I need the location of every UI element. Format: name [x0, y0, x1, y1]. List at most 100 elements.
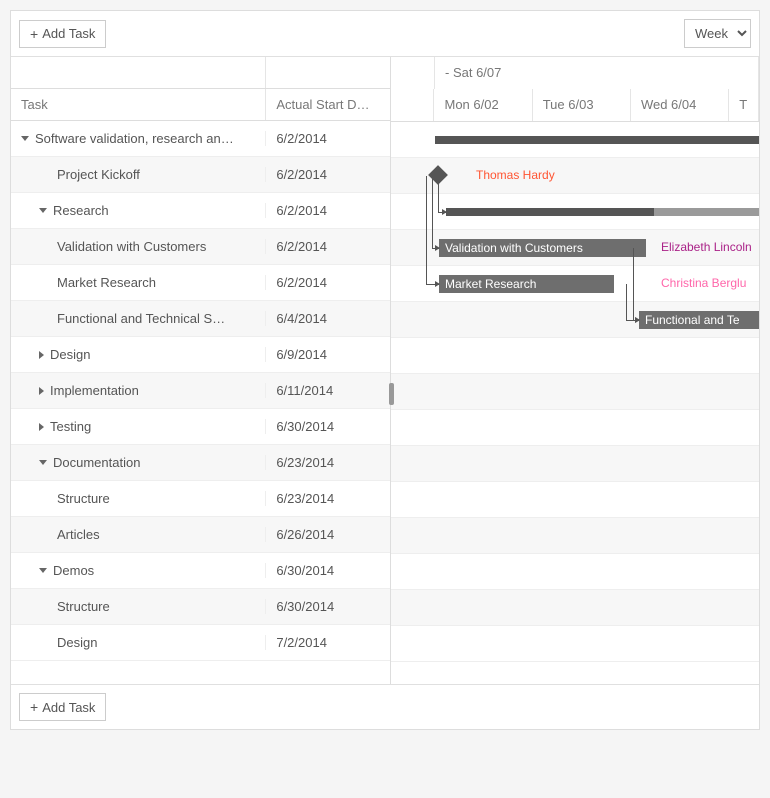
task-cell: Software validation, research an…: [11, 131, 266, 146]
timeline-row: [391, 410, 759, 446]
gantt-panel: + Add Task Week Task Actual Start D… Sof…: [10, 10, 760, 730]
add-task-button-top[interactable]: + Add Task: [19, 20, 106, 48]
task-cell: Articles: [11, 527, 266, 542]
task-row[interactable]: Validation with Customers 6/2/2014: [11, 229, 390, 265]
week-cell: - Sat 6/07: [435, 57, 759, 89]
task-date: 6/23/2014: [266, 491, 390, 506]
task-date: 6/23/2014: [266, 455, 390, 470]
task-name: Testing: [50, 419, 91, 434]
week-cell-prev: [391, 57, 435, 89]
chevron-right-icon[interactable]: [39, 423, 44, 431]
task-date: 6/30/2014: [266, 599, 390, 614]
task-name: Project Kickoff: [57, 167, 140, 182]
task-name: Articles: [57, 527, 100, 542]
task-row[interactable]: Documentation 6/23/2014: [11, 445, 390, 481]
task-cell: Documentation: [11, 455, 266, 470]
task-row[interactable]: Design 6/9/2014: [11, 337, 390, 373]
task-cell: Structure: [11, 599, 266, 614]
task-cell: Demos: [11, 563, 266, 578]
task-row[interactable]: Design7/2/2014: [11, 625, 390, 661]
plus-icon: +: [30, 699, 38, 715]
task-name: Design: [50, 347, 90, 362]
task-cell: Structure: [11, 491, 266, 506]
timeline-row: Functional and Te: [391, 302, 759, 338]
task-date: 6/9/2014: [266, 347, 390, 362]
day-header-cell: Wed 6/04: [631, 89, 729, 121]
chevron-down-icon[interactable]: [39, 460, 47, 465]
task-row[interactable]: Software validation, research an… 6/2/201…: [11, 121, 390, 157]
chevron-right-icon[interactable]: [39, 387, 44, 395]
toolbar-bottom: + Add Task: [11, 684, 759, 729]
dependency-line: [432, 176, 433, 248]
task-name: Implementation: [50, 383, 139, 398]
plus-icon: +: [30, 26, 38, 42]
timeline-body[interactable]: Thomas HardyValidation with CustomersEli…: [391, 122, 759, 662]
task-name: Structure: [57, 491, 110, 506]
chevron-down-icon[interactable]: [39, 568, 47, 573]
summary-progress: [446, 208, 654, 216]
task-name: Validation with Customers: [57, 239, 206, 254]
task-bar[interactable]: Market Research: [439, 275, 614, 293]
task-date: 6/30/2014: [266, 419, 390, 434]
task-cell: Design: [11, 347, 266, 362]
task-row[interactable]: Functional and Technical S…6/4/2014: [11, 301, 390, 337]
task-row[interactable]: Project Kickoff 6/2/2014: [11, 157, 390, 193]
timeline-header: - Sat 6/07 Mon 6/02Tue 6/03Wed 6/04T: [391, 57, 759, 122]
timeline-row: [391, 590, 759, 626]
task-row[interactable]: Structure 6/23/2014: [11, 481, 390, 517]
task-cell: Project Kickoff: [11, 167, 266, 182]
task-date: 6/2/2014: [266, 131, 390, 146]
task-name: Functional and Technical S…: [57, 311, 225, 326]
task-row[interactable]: Research6/2/2014: [11, 193, 390, 229]
task-name: Documentation: [53, 455, 140, 470]
timeline-row: [391, 554, 759, 590]
assignee-label: Thomas Hardy: [476, 168, 555, 182]
task-cell: Validation with Customers: [11, 239, 266, 254]
col-date-header-spacer: [266, 57, 390, 88]
splitter-handle[interactable]: [389, 383, 394, 405]
timeline-row: [391, 374, 759, 410]
dependency-line: [633, 248, 634, 320]
chevron-right-icon[interactable]: [39, 351, 44, 359]
task-column-header[interactable]: Task: [11, 89, 266, 120]
arrow-right-icon: [435, 245, 440, 251]
summary-bar[interactable]: [435, 136, 759, 144]
timeline-row: Thomas Hardy: [391, 158, 759, 194]
task-date: 6/2/2014: [266, 275, 390, 290]
task-cell: Design: [11, 635, 266, 650]
task-row[interactable]: Market Research6/2/2014: [11, 265, 390, 301]
view-selector[interactable]: Week: [684, 19, 751, 48]
grid-header-top: [11, 57, 390, 89]
dependency-line: [626, 284, 627, 320]
dependency-line: [426, 176, 427, 284]
task-row[interactable]: Articles6/26/2014: [11, 517, 390, 553]
task-cell: Research: [11, 203, 266, 218]
grid-body: Software validation, research an… 6/2/201…: [11, 121, 390, 684]
task-name: Software validation, research an…: [35, 131, 234, 146]
gantt-container: + Add Task Week Task Actual Start D… Sof…: [0, 0, 770, 798]
date-column-header[interactable]: Actual Start D…: [266, 89, 390, 120]
timeline-pane: - Sat 6/07 Mon 6/02Tue 6/03Wed 6/04T Tho…: [391, 57, 759, 684]
timeline-row: [391, 482, 759, 518]
task-cell: Testing: [11, 419, 266, 434]
assignee-label: Christina Berglu: [661, 276, 746, 290]
task-grid: Task Actual Start D… Software validation…: [11, 57, 391, 684]
task-row[interactable]: Testing 6/30/2014: [11, 409, 390, 445]
task-row[interactable]: Structure6/30/2014: [11, 589, 390, 625]
timeline-header-top: - Sat 6/07: [391, 57, 759, 89]
task-row[interactable]: Demos6/30/2014: [11, 553, 390, 589]
task-bar[interactable]: Validation with Customers: [439, 239, 646, 257]
task-date: 6/2/2014: [266, 239, 390, 254]
add-task-button-bottom[interactable]: + Add Task: [19, 693, 106, 721]
chevron-down-icon[interactable]: [39, 208, 47, 213]
day-header-cell: Tue 6/03: [533, 89, 631, 121]
task-date: 6/2/2014: [266, 167, 390, 182]
add-task-label: Add Task: [42, 700, 95, 715]
task-date: 6/2/2014: [266, 203, 390, 218]
add-task-label: Add Task: [42, 26, 95, 41]
day-header-cell: Mon 6/02: [434, 89, 532, 121]
chevron-down-icon[interactable]: [21, 136, 29, 141]
task-row[interactable]: Implementation6/11/2014: [11, 373, 390, 409]
task-bar[interactable]: Functional and Te: [639, 311, 759, 329]
content-area: Task Actual Start D… Software validation…: [11, 57, 759, 684]
